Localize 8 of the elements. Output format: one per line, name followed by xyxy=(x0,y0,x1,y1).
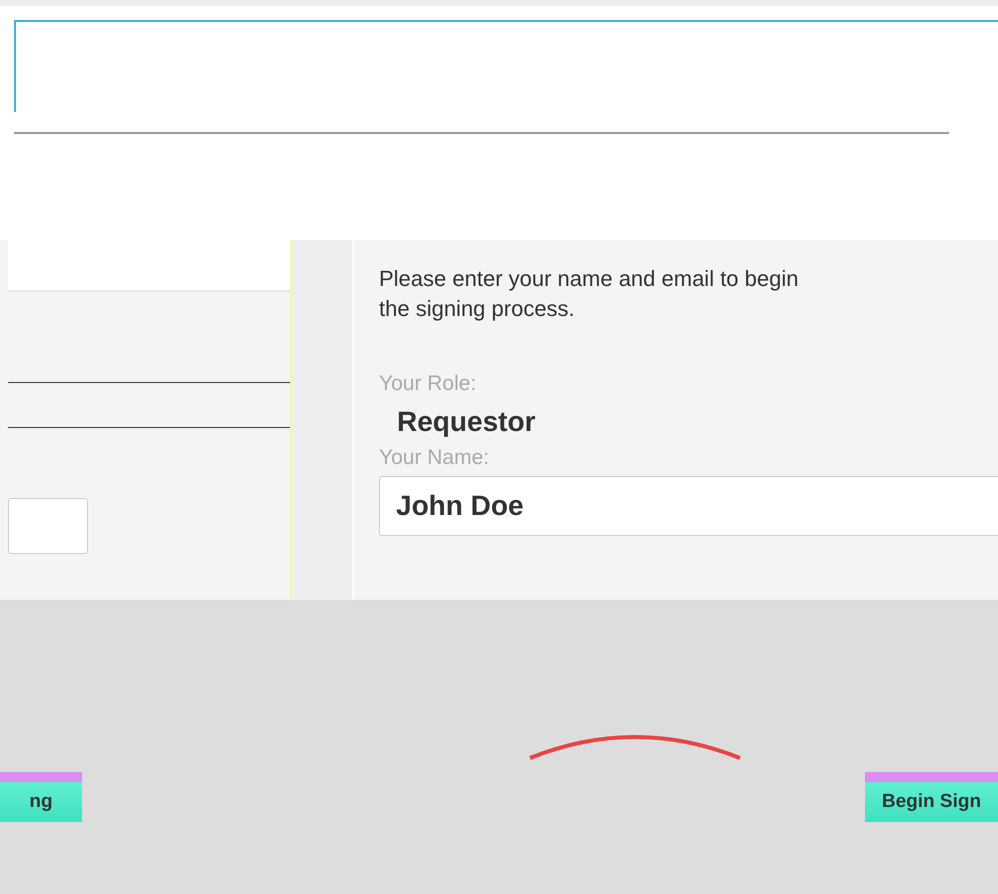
instruction-text: Please enter your name and email to begin the signing process. xyxy=(379,265,799,323)
role-label: Your Role: xyxy=(379,372,478,396)
input-field[interactable] xyxy=(8,498,88,554)
name-label: Your Name: xyxy=(379,446,490,470)
sign-button[interactable]: ng xyxy=(0,772,82,822)
role-value: Requestor xyxy=(397,406,536,438)
begin-signing-button[interactable]: Begin Sign xyxy=(865,772,998,822)
name-field[interactable]: John Doe xyxy=(379,476,998,536)
